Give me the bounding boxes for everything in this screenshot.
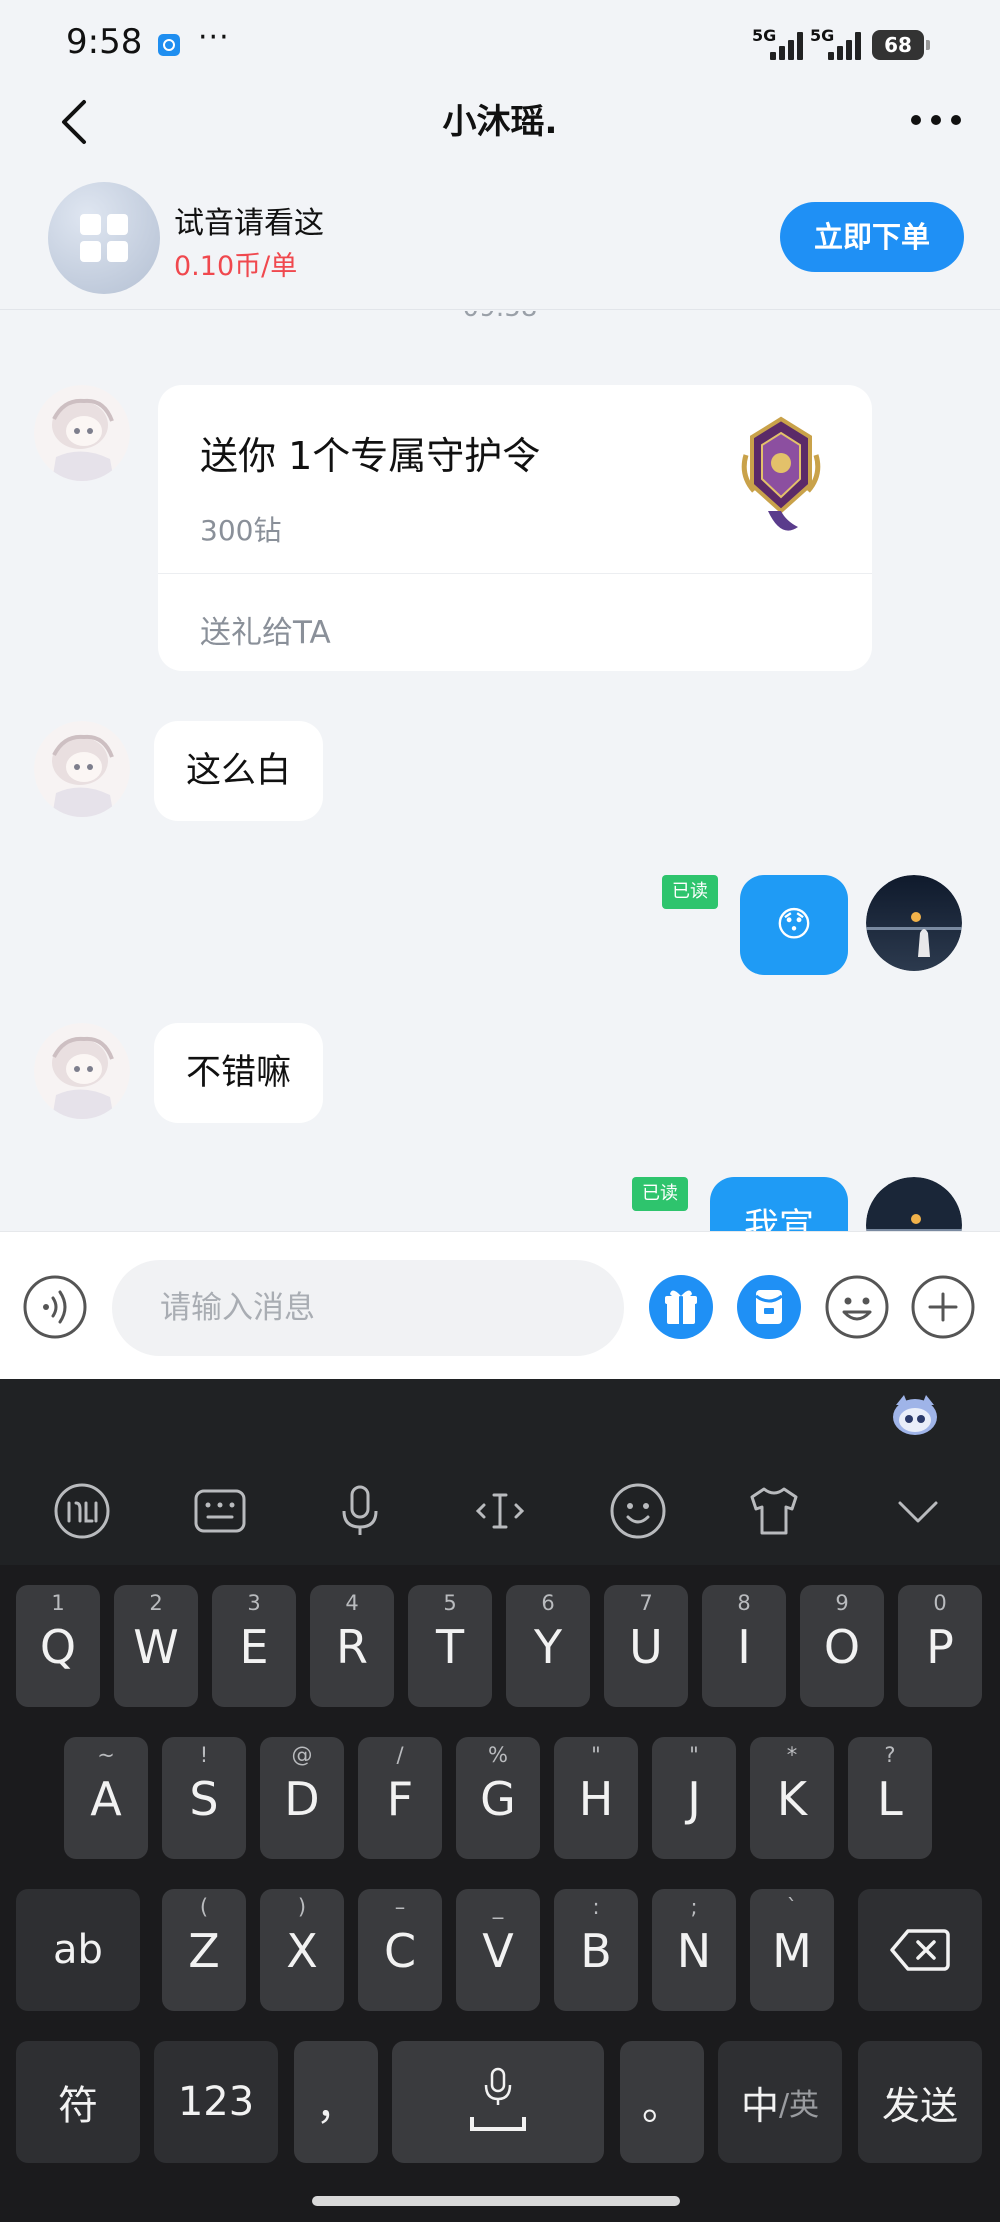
key-symbols[interactable]: 符: [16, 2041, 140, 2163]
skin-shirt-icon[interactable]: [742, 1479, 806, 1543]
emoji-icon[interactable]: [824, 1274, 890, 1340]
battery-icon: 68: [872, 30, 930, 60]
time-divider: 09:58: [0, 311, 1000, 323]
key-p[interactable]: 0P: [898, 1585, 982, 1707]
read-status-badge: 已读: [662, 875, 718, 909]
read-status-badge: 已读: [632, 1177, 688, 1211]
key-c[interactable]: – C: [358, 1889, 442, 2011]
service-card: 试音请看这 0.10币/单 立即下单: [0, 170, 1000, 310]
key-n[interactable]: ; N: [652, 1889, 736, 2011]
key-period[interactable]: 。: [620, 2041, 704, 2163]
key-h[interactable]: " H: [554, 1737, 638, 1859]
page-title: 小沐瑶.: [442, 102, 558, 142]
collapse-keyboard-icon[interactable]: [886, 1479, 950, 1543]
key-o[interactable]: 9O: [800, 1585, 884, 1707]
soft-keyboard: 1Q 2W 3E 4R 5T 6Y 7U 8I 9O 0P ~ A ! S @ D /…: [0, 1379, 1000, 2222]
divider: [158, 573, 872, 574]
voice-input-icon[interactable]: [22, 1274, 88, 1340]
key-i[interactable]: 8I: [702, 1585, 786, 1707]
key-e[interactable]: 3E: [212, 1585, 296, 1707]
add-attachment-icon[interactable]: [910, 1274, 976, 1340]
red-packet-icon[interactable]: [736, 1274, 802, 1340]
key-q[interactable]: 1Q: [16, 1585, 100, 1707]
key-x[interactable]: ) X: [260, 1889, 344, 2011]
cursor-move-icon[interactable]: [468, 1479, 532, 1543]
key-w[interactable]: 2W: [114, 1585, 198, 1707]
key-a[interactable]: ~ A: [64, 1737, 148, 1859]
gift-icon[interactable]: [648, 1274, 714, 1340]
key-t[interactable]: 5T: [408, 1585, 492, 1707]
chat-header: 小沐瑶.: [0, 80, 1000, 180]
user-avatar[interactable]: [866, 1177, 962, 1231]
key-ab-switch[interactable]: ab: [16, 1889, 140, 2011]
user-avatar[interactable]: [866, 875, 962, 971]
signal-icon-sim2: 5G: [810, 26, 864, 62]
grid-icon: [80, 214, 128, 262]
key-f[interactable]: / F: [358, 1737, 442, 1859]
key-backspace[interactable]: [858, 1889, 982, 2011]
assistant-mascot-icon[interactable]: [890, 1393, 940, 1439]
order-now-button[interactable]: 立即下单: [780, 202, 964, 272]
signal-icon-sim1: 5G: [752, 26, 806, 62]
key-l[interactable]: ? L: [848, 1737, 932, 1859]
key-z[interactable]: (Z: [162, 1889, 246, 2011]
key-g[interactable]: % G: [456, 1737, 540, 1859]
gift-price: 300钻: [200, 514, 282, 547]
incoming-message-bubble[interactable]: 这么白: [154, 721, 324, 821]
message-input[interactable]: [112, 1260, 624, 1356]
keyboard-toolbar: [0, 1379, 1000, 1565]
key-m[interactable]: ˋM: [750, 1889, 834, 2011]
key-k[interactable]: * K: [750, 1737, 834, 1859]
key-y[interactable]: 6Y: [506, 1585, 590, 1707]
service-price: 0.10币/单: [174, 251, 298, 282]
status-time: 9:58: [66, 22, 143, 62]
key-s[interactable]: ! S: [162, 1737, 246, 1859]
message-input-bar: [0, 1231, 1000, 1379]
key-r[interactable]: 4R: [310, 1585, 394, 1707]
backspace-icon: [890, 1929, 950, 1971]
contact-avatar[interactable]: [34, 1023, 130, 1119]
key-j[interactable]: " J: [652, 1737, 736, 1859]
microphone-icon[interactable]: [328, 1479, 392, 1543]
key-numbers[interactable]: 123: [154, 2041, 278, 2163]
incoming-message-bubble[interactable]: 不错嘛: [154, 1023, 324, 1123]
key-language-switch[interactable]: 中/英: [718, 2041, 842, 2163]
key-v[interactable]: _ V: [456, 1889, 540, 2011]
emoji-panel-icon[interactable]: [606, 1479, 670, 1543]
contact-avatar[interactable]: [34, 385, 130, 481]
key-space[interactable]: [392, 2041, 604, 2163]
chat-message-list[interactable]: 09:58 送你 1个专属守护令 300钻 送礼给TA 这么白 已读 😯: [0, 311, 1000, 1231]
service-name: 试音请看这: [174, 206, 324, 241]
service-avatar: [48, 182, 160, 294]
contact-avatar[interactable]: [34, 721, 130, 817]
key-u[interactable]: 7U: [604, 1585, 688, 1707]
status-more-dots: ···: [198, 20, 230, 55]
outgoing-message-bubble[interactable]: 😯: [740, 875, 848, 975]
lang-active-label: 中: [740, 2083, 779, 2128]
keyboard-icon[interactable]: [188, 1479, 252, 1543]
key-d[interactable]: @ D: [260, 1737, 344, 1859]
more-options-icon[interactable]: [906, 100, 966, 140]
lang-inactive-label: /英: [778, 2088, 820, 2123]
status-bar: 9:58 ··· 5G 5G 68: [0, 0, 1000, 80]
key-send[interactable]: 发送: [858, 2041, 982, 2163]
key-b[interactable]: :B: [554, 1889, 638, 2011]
gift-title: 送你 1个专属守护令: [200, 434, 541, 478]
microphone-icon: [470, 2067, 526, 2131]
key-comma[interactable]: ，: [294, 2041, 378, 2163]
app-notification-icon: [158, 34, 180, 56]
outgoing-message-bubble[interactable]: 我宣: [710, 1177, 848, 1231]
guardian-badge-icon: [741, 416, 821, 531]
send-gift-link[interactable]: 送礼给TA: [200, 607, 331, 652]
gift-message-card[interactable]: 送你 1个专属守护令 300钻 送礼给TA: [158, 385, 872, 671]
home-indicator[interactable]: [312, 2196, 680, 2206]
ifly-logo-icon[interactable]: [50, 1479, 114, 1543]
